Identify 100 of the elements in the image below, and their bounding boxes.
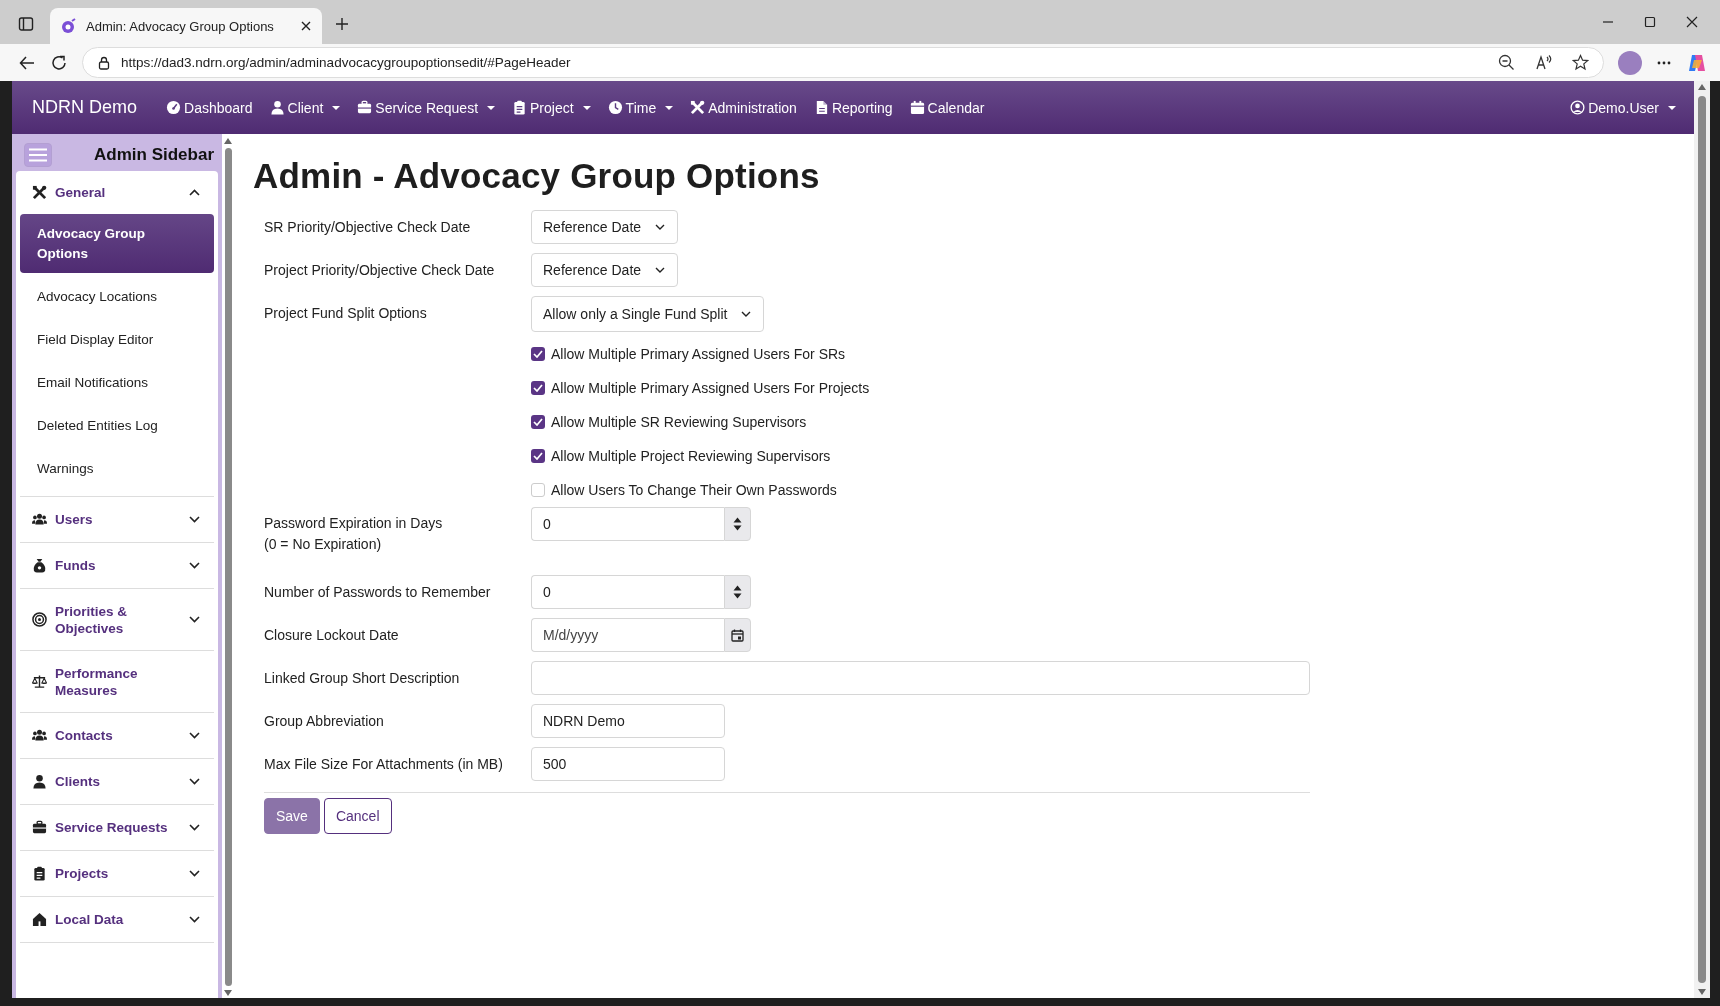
nav-link[interactable]: Dashboard	[166, 99, 253, 116]
sidebar-item[interactable]: Advocacy Locations	[20, 275, 214, 318]
chevron-down-icon[interactable]	[189, 778, 200, 785]
field-label: Group Abbreviation	[264, 713, 384, 729]
scroll-up-icon[interactable]	[1698, 84, 1706, 90]
tab-actions-icon[interactable]	[18, 16, 34, 32]
target-icon	[32, 612, 47, 627]
close-icon[interactable]	[300, 20, 312, 32]
nav-link[interactable]: Calendar	[909, 99, 985, 116]
checkbox-label[interactable]: Allow Multiple Primary Assigned Users For SRs	[551, 346, 846, 362]
nav-link[interactable]: Client	[269, 99, 341, 116]
chevron-up-icon[interactable]	[189, 189, 200, 196]
sidebar-section[interactable]: Contacts	[20, 713, 214, 759]
sidebar-section[interactable]: Service Requests	[20, 805, 214, 851]
lock-icon[interactable]	[97, 55, 111, 70]
number-field[interactable]: 0	[531, 575, 724, 609]
new-tab-icon[interactable]	[334, 16, 350, 32]
sidebar-section[interactable]: Funds	[20, 543, 214, 589]
people-icon	[32, 728, 47, 743]
sidebar-section[interactable]: Projects	[20, 851, 214, 897]
scroll-up-icon[interactable]	[224, 138, 232, 144]
spinner-button[interactable]	[724, 507, 751, 541]
browser-tab[interactable]: Admin: Advocacy Group Options	[50, 8, 322, 44]
field-label: Closure Lockout Date	[264, 627, 399, 643]
date-field[interactable]: M/d/yyyy	[531, 618, 724, 652]
checkbox[interactable]	[531, 449, 545, 463]
sidebar-section[interactable]: Clients	[20, 759, 214, 805]
briefcase-icon	[357, 100, 373, 115]
check-icon	[533, 452, 543, 460]
number-field[interactable]: 0	[531, 507, 724, 541]
sidebar-item[interactable]: Email Notifications	[20, 361, 214, 404]
checkbox[interactable]	[531, 483, 545, 497]
check-icon	[533, 350, 543, 358]
sidebar-item[interactable]: Field Display Editor	[20, 318, 214, 361]
chevron-down-icon[interactable]	[189, 824, 200, 831]
nav-link[interactable]: Reporting	[813, 99, 893, 116]
field-label: Number of Passwords to Remember	[264, 584, 491, 600]
sidebar-item[interactable]: Deleted Entities Log	[20, 404, 214, 447]
cancel-button[interactable]: Cancel	[323, 798, 392, 834]
text-field[interactable]: NDRN Demo	[531, 704, 725, 738]
money-bag-icon	[32, 558, 47, 573]
sidebar-section[interactable]: Local Data	[20, 897, 214, 943]
dropdown[interactable]: Reference Date	[531, 253, 679, 287]
field-label: Project Fund Split Options	[264, 305, 427, 321]
profile-avatar[interactable]	[1618, 50, 1642, 75]
sidebar-item[interactable]: Warnings	[20, 447, 214, 490]
dropdown[interactable]: Reference Date	[531, 210, 679, 244]
star-icon[interactable]	[1572, 54, 1589, 71]
checkbox-label[interactable]: Allow Multiple Project Reviewing Supervisors	[551, 448, 831, 464]
checkbox-label[interactable]: Allow Multiple Primary Assigned Users For Projects	[551, 380, 870, 396]
sidebar-section[interactable]: Users	[20, 497, 214, 543]
address-bar[interactable]: https://dad3.ndrn.org/admin/adminadvocacygroupoptionsedit/#PageHeader	[82, 47, 1604, 78]
nav-link[interactable]: Administration	[690, 99, 797, 116]
chevron-down-icon[interactable]	[189, 616, 200, 623]
save-button[interactable]: Save	[264, 798, 320, 834]
zoom-out-icon[interactable]	[1498, 54, 1515, 71]
checkbox[interactable]	[531, 415, 545, 429]
checkbox[interactable]	[531, 381, 545, 395]
nav-link[interactable]: Service Request	[357, 99, 496, 116]
check-icon	[533, 418, 543, 426]
tools-icon	[690, 100, 706, 115]
calendar-button[interactable]	[724, 618, 751, 652]
scroll-down-icon[interactable]	[1698, 989, 1706, 995]
user-menu[interactable]: Demo.User	[1570, 99, 1676, 116]
nav-link[interactable]: Project	[512, 99, 591, 116]
briefcase-icon	[32, 820, 47, 835]
chevron-down-icon[interactable]	[189, 732, 200, 739]
sidebar-section[interactable]: Priorities & Objectives	[20, 589, 214, 651]
field-label: Project Priority/Objective Check Date	[264, 262, 495, 278]
sidebar-item[interactable]: Advocacy Group Options	[20, 214, 214, 273]
text-field[interactable]: 500	[531, 747, 725, 781]
scrollbar[interactable]	[1694, 81, 1710, 998]
field-note: (0 = No Expiration)	[264, 536, 382, 552]
checkbox-label[interactable]: Allow Users To Change Their Own Passwords	[551, 482, 837, 498]
spinner-button[interactable]	[724, 575, 751, 609]
field-label: SR Priority/Objective Check Date	[264, 219, 471, 235]
scale-icon	[32, 674, 47, 689]
checkbox-label[interactable]: Allow Multiple SR Reviewing Supervisors	[551, 414, 807, 430]
person-icon	[269, 100, 285, 115]
sidebar-section[interactable]: General	[20, 171, 214, 214]
chevron-down-icon[interactable]	[189, 870, 200, 877]
brand-name[interactable]: NDRN Demo	[32, 97, 137, 118]
dropdown[interactable]: Allow only a Single Fund Split	[531, 296, 765, 332]
read-aloud-icon[interactable]	[1535, 54, 1552, 71]
scroll-down-icon[interactable]	[224, 990, 232, 996]
chevron-down-icon[interactable]	[189, 562, 200, 569]
text-field[interactable]	[531, 661, 1310, 695]
scrollbar[interactable]	[222, 134, 234, 998]
people-icon	[32, 512, 47, 527]
sidebar-section[interactable]: Performance Measures	[20, 651, 214, 713]
field-label: Password Expiration in Days	[264, 515, 443, 531]
nav-link[interactable]: Time	[607, 99, 674, 116]
maximize-icon[interactable]	[1644, 16, 1656, 28]
close-icon[interactable]	[1686, 16, 1698, 28]
house-icon	[32, 912, 47, 927]
reload-icon[interactable]	[50, 53, 68, 72]
clipboard-icon	[32, 866, 47, 881]
chevron-down-icon[interactable]	[189, 916, 200, 923]
checkbox[interactable]	[531, 347, 545, 361]
chevron-down-icon[interactable]	[189, 516, 200, 523]
